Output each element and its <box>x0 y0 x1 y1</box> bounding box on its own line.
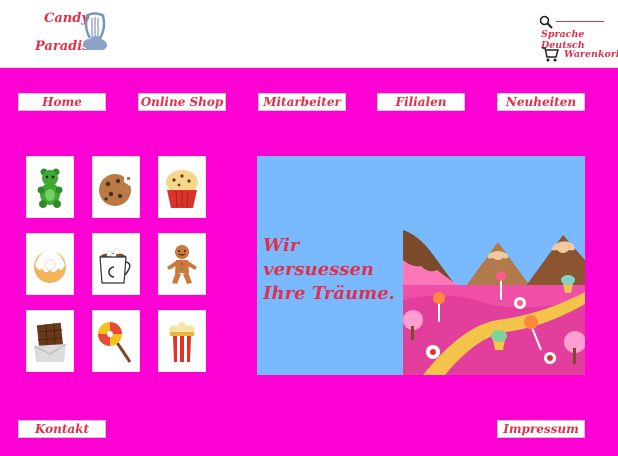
nav-filialen[interactable]: Filialen <box>377 93 465 111</box>
shopping-cart-icon[interactable] <box>541 46 559 62</box>
chocolate-bar-icon <box>33 322 67 362</box>
product-tile-chocolate[interactable] <box>26 310 74 372</box>
product-tile-lollipop[interactable] <box>92 310 140 372</box>
product-tile-cookie[interactable] <box>92 156 140 218</box>
product-tile-hot-chocolate[interactable] <box>92 233 140 295</box>
header: Candy Paradise Sprache Deutsch Warenkorb <box>0 0 618 68</box>
hot-chocolate-icon <box>99 248 131 284</box>
cart-link[interactable]: Warenkorb <box>564 49 618 60</box>
hero-banner: Wir versuessen Ihre Träume. <box>257 156 585 375</box>
lollipop-icon <box>98 322 132 363</box>
nav-home[interactable]: Home <box>18 93 106 111</box>
cookie-icon <box>99 174 132 206</box>
nav-mitarbeiter[interactable]: Mitarbeiter <box>258 93 346 111</box>
footer-contact-button[interactable]: Kontakt <box>18 420 106 438</box>
hero-tagline-line1: Wir versuessen <box>263 235 374 280</box>
nav-online-shop[interactable]: Online Shop <box>138 93 226 111</box>
search-icon[interactable] <box>539 15 553 29</box>
product-tile-gummy-bear[interactable] <box>26 156 74 218</box>
muffin-icon <box>166 170 198 208</box>
hero-tagline-line2: Ihre Träume. <box>263 283 395 304</box>
product-tile-popcorn[interactable] <box>158 310 206 372</box>
product-tile-muffin[interactable] <box>158 156 206 218</box>
search-input[interactable] <box>556 21 604 22</box>
hero-tagline: Wir versuessen Ihre Träume. <box>263 234 403 306</box>
candy-land-illustration <box>403 230 585 375</box>
popcorn-icon <box>169 322 195 362</box>
gingerbread-man-icon <box>167 245 197 284</box>
gummy-bear-icon <box>37 168 63 208</box>
lyre-cloud-logo-icon[interactable] <box>82 12 108 54</box>
nav-neuheiten[interactable]: Neuheiten <box>497 93 585 111</box>
product-tile-donut[interactable] <box>26 233 74 295</box>
donut-icon <box>34 251 66 283</box>
product-tile-gingerbread[interactable] <box>158 233 206 295</box>
footer-imprint-button[interactable]: Impressum <box>497 420 585 438</box>
